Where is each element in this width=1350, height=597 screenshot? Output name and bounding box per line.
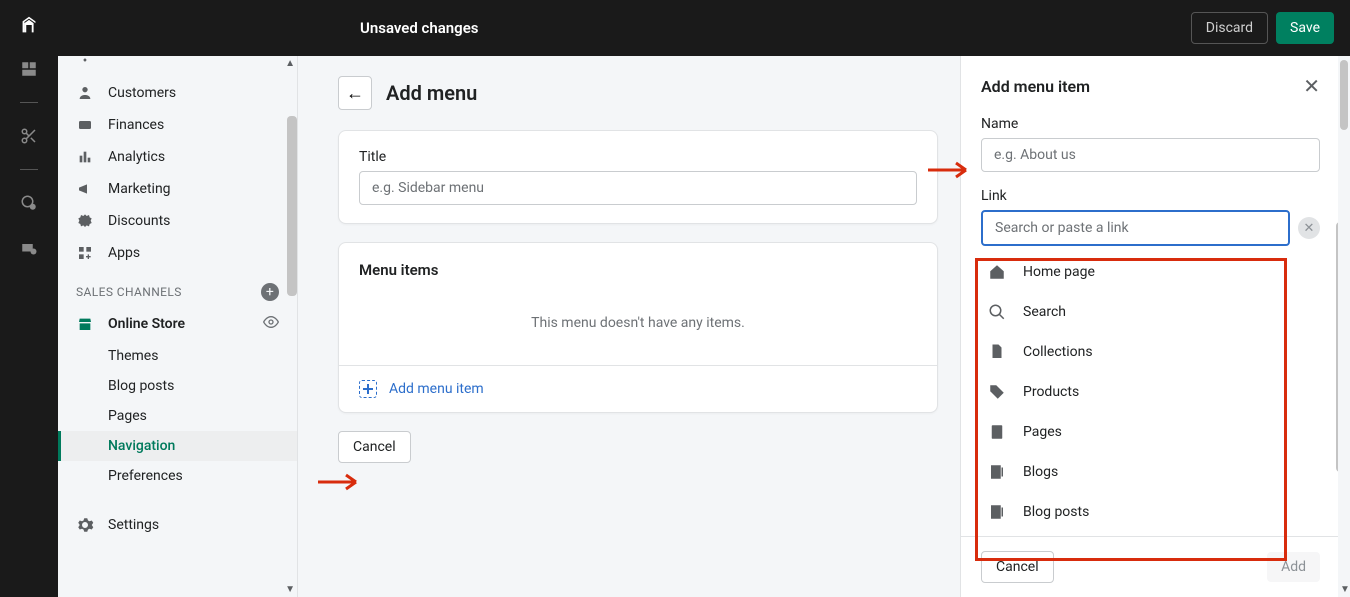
add-channel-button[interactable]: + bbox=[261, 283, 279, 301]
link-suggestions-dropdown: Home page Search Collections Products Pa… bbox=[981, 252, 1320, 532]
analytics-icon bbox=[76, 148, 94, 166]
scroll-down-arrow-icon[interactable]: ▼ bbox=[285, 584, 295, 595]
rail-separator bbox=[20, 102, 38, 103]
search-icon bbox=[987, 302, 1007, 322]
add-menu-item-panel: Add menu item ✕ Name Link ✕ Home page Se… bbox=[960, 56, 1340, 597]
sidebar-item-label: Settings bbox=[108, 517, 159, 533]
name-label: Name bbox=[981, 116, 1320, 132]
unsaved-changes-label: Unsaved changes bbox=[360, 19, 479, 37]
add-menu-item-link[interactable]: Add menu item bbox=[389, 381, 484, 397]
eye-icon[interactable] bbox=[263, 314, 279, 334]
sidebar-item-customers[interactable]: Customers bbox=[58, 77, 297, 109]
sidebar-item-apps[interactable]: Apps bbox=[58, 237, 297, 269]
link-option-blogposts[interactable]: Blog posts bbox=[981, 492, 1320, 532]
rail-separator bbox=[20, 169, 38, 170]
panel-cancel-button[interactable]: Cancel bbox=[981, 551, 1054, 583]
back-button[interactable]: ← bbox=[338, 76, 372, 110]
top-bar: Unsaved changes Discard Save bbox=[0, 0, 1350, 56]
page-scrollbar[interactable]: ▼ bbox=[1338, 56, 1350, 597]
scroll-up-arrow-icon[interactable]: ▲ bbox=[285, 58, 295, 69]
globe-gear-icon[interactable] bbox=[18, 192, 40, 214]
sidebar-item-label: Finances bbox=[108, 117, 164, 133]
icon-rail bbox=[0, 0, 58, 597]
link-option-products[interactable]: Products bbox=[981, 372, 1320, 412]
item-link-input[interactable] bbox=[981, 210, 1290, 246]
dashboard-icon[interactable] bbox=[18, 58, 40, 80]
sales-channels-heading: SALES CHANNELS+ bbox=[58, 269, 297, 307]
sidebar-item-label: Customers bbox=[108, 85, 176, 101]
save-button[interactable]: Save bbox=[1276, 12, 1334, 44]
title-card: Title bbox=[338, 130, 938, 224]
sidebar-scrollbar[interactable] bbox=[287, 116, 297, 296]
sidebar-item-analytics[interactable]: Analytics bbox=[58, 141, 297, 173]
person-icon: • bbox=[76, 52, 94, 70]
sidebar-sub-preferences[interactable]: Preferences bbox=[58, 461, 297, 491]
sidebar-sub-blogposts[interactable]: Blog posts bbox=[58, 371, 297, 401]
menu-title-input[interactable] bbox=[359, 171, 917, 205]
finances-icon bbox=[76, 116, 94, 134]
link-option-home[interactable]: Home page bbox=[981, 252, 1320, 292]
collections-icon bbox=[987, 342, 1007, 362]
admin-sidebar: ▲ • Customers Finances Analytics Marketi… bbox=[58, 56, 298, 597]
sidebar-item-label: Marketing bbox=[108, 181, 171, 197]
discount-icon bbox=[76, 212, 94, 230]
discard-button[interactable]: Discard bbox=[1191, 12, 1268, 44]
link-option-search[interactable]: Search bbox=[981, 292, 1320, 332]
sidebar-sub-themes[interactable]: Themes bbox=[58, 341, 297, 371]
home-icon bbox=[987, 262, 1007, 282]
sidebar-item-orders-partial[interactable]: • bbox=[58, 52, 297, 77]
sidebar-item-label: Analytics bbox=[108, 149, 165, 165]
sidebar-item-online-store[interactable]: Online Store bbox=[58, 307, 297, 341]
cancel-button[interactable]: Cancel bbox=[338, 431, 411, 463]
page-icon bbox=[987, 422, 1007, 442]
link-label: Link bbox=[981, 188, 1320, 204]
apps-icon bbox=[76, 244, 94, 262]
sidebar-item-settings[interactable]: Settings bbox=[58, 509, 297, 541]
panel-add-button[interactable]: Add bbox=[1267, 552, 1320, 582]
link-option-collections[interactable]: Collections bbox=[981, 332, 1320, 372]
gear-icon bbox=[76, 516, 94, 534]
title-label: Title bbox=[359, 149, 917, 165]
empty-state-text: This menu doesn't have any items. bbox=[339, 289, 937, 365]
sidebar-item-marketing[interactable]: Marketing bbox=[58, 173, 297, 205]
scissors-icon[interactable] bbox=[18, 125, 40, 147]
megaphone-icon bbox=[76, 180, 94, 198]
shopify-logo-icon[interactable] bbox=[18, 14, 40, 36]
person-icon bbox=[76, 84, 94, 102]
clear-link-button[interactable]: ✕ bbox=[1298, 217, 1320, 239]
sidebar-sub-pages[interactable]: Pages bbox=[58, 401, 297, 431]
sidebar-sub-navigation[interactable]: Navigation bbox=[58, 431, 297, 461]
sidebar-item-discounts[interactable]: Discounts bbox=[58, 205, 297, 237]
sidebar-item-finances[interactable]: Finances bbox=[58, 109, 297, 141]
item-name-input[interactable] bbox=[981, 138, 1320, 172]
panel-title: Add menu item bbox=[981, 77, 1090, 96]
menu-items-card: Menu items This menu doesn't have any it… bbox=[338, 242, 938, 413]
blog-icon bbox=[987, 462, 1007, 482]
link-option-blogs[interactable]: Blogs bbox=[981, 452, 1320, 492]
link-option-pages[interactable]: Pages bbox=[981, 412, 1320, 452]
sidebar-item-label: Apps bbox=[108, 245, 140, 261]
tag-icon bbox=[987, 382, 1007, 402]
store-icon bbox=[76, 315, 94, 333]
page-title: Add menu bbox=[386, 81, 477, 105]
menu-items-heading: Menu items bbox=[339, 243, 937, 289]
blog-icon bbox=[987, 502, 1007, 522]
add-menu-item-row[interactable]: Add menu item bbox=[339, 365, 937, 412]
close-icon[interactable]: ✕ bbox=[1303, 74, 1320, 98]
sidebar-item-label: Discounts bbox=[108, 213, 170, 229]
store-gear-icon[interactable] bbox=[18, 236, 40, 258]
sidebar-item-label: Online Store bbox=[108, 316, 185, 332]
add-dotted-icon bbox=[359, 380, 377, 398]
